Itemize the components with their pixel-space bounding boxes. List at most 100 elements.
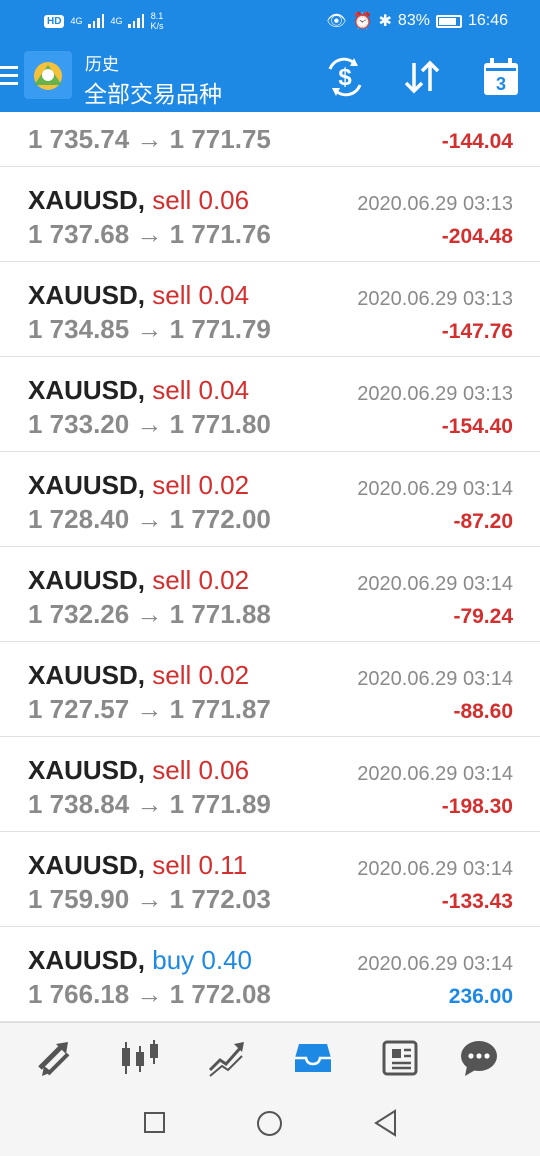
back-icon[interactable] xyxy=(373,1109,399,1142)
list-item[interactable]: XAUUSD, sell 0.06 2020.06.29 03:14 1 738.8… xyxy=(0,737,540,832)
battery-percent: 83% xyxy=(397,12,430,29)
trade-symbol-line: XAUUSD, sell 0.04 xyxy=(28,375,249,406)
trade-action: sell xyxy=(152,375,192,405)
trade-profit: 236.00 xyxy=(448,985,513,1008)
menu-icon[interactable] xyxy=(0,66,18,88)
trade-prices: 1 735.74 → 1 771.75 xyxy=(28,124,271,154)
page-subtitle: 历史 xyxy=(85,55,119,74)
trade-action: sell xyxy=(152,185,192,215)
list-item[interactable]: XAUUSD, sell 0.04 2020.06.29 03:13 1 734.8… xyxy=(0,262,540,357)
svg-text:$: $ xyxy=(338,64,352,91)
trade-prices: 1 738.84 → 1 771.89 xyxy=(28,789,271,819)
bluetooth-icon: ✱ xyxy=(378,13,392,30)
trade-time: 2020.06.29 03:14 xyxy=(357,858,513,880)
trade-prices: 1 728.40 → 1 772.00 xyxy=(28,504,271,534)
eye-icon: 👁 xyxy=(326,13,347,30)
trade-symbol: XAUUSD, xyxy=(28,280,146,310)
list-item-partial[interactable]: 1 735.74 → 1 771.75 -144.04 xyxy=(0,112,540,167)
trade-volume: 0.02 xyxy=(198,565,250,595)
trade-prices: 1 733.20 → 1 771.80 xyxy=(28,409,271,439)
trade-profit: -79.24 xyxy=(453,605,513,628)
page-title[interactable]: 全部交易品种 xyxy=(84,75,222,109)
trade-volume: 0.40 xyxy=(201,945,253,975)
trade-action: sell xyxy=(152,660,192,690)
list-item[interactable]: XAUUSD, buy 0.40 2020.06.29 03:14 1 766.18… xyxy=(0,927,540,1022)
trade-profit: -88.60 xyxy=(453,700,513,723)
trade-volume: 0.04 xyxy=(198,280,250,310)
net-label-1: 4G xyxy=(70,16,83,26)
alarm-icon: ⏰ xyxy=(352,13,373,30)
trade-volume: 0.04 xyxy=(198,375,250,405)
battery-icon xyxy=(435,14,462,28)
net-speed: 8.1 K/s xyxy=(150,11,163,31)
trade-volume: 0.06 xyxy=(198,755,250,785)
list-item[interactable]: XAUUSD, sell 0.04 2020.06.29 03:13 1 733.2… xyxy=(0,357,540,452)
trade-action: sell xyxy=(152,280,192,310)
trade-symbol: XAUUSD, xyxy=(28,185,146,215)
trade-symbol: XAUUSD, xyxy=(28,850,146,880)
status-left: HD 4G 4G 8.1 K/s xyxy=(44,8,164,34)
trade-profit: -87.20 xyxy=(453,510,513,533)
trade-symbol: XAUUSD, xyxy=(28,470,146,500)
history-icon[interactable] xyxy=(293,1038,333,1078)
chart-icon[interactable] xyxy=(120,1038,160,1078)
trade-volume: 0.06 xyxy=(198,185,250,215)
trade-time: 2020.06.29 03:13 xyxy=(357,193,513,215)
trade-symbol-line: XAUUSD, buy 0.40 xyxy=(28,945,252,976)
list-item[interactable]: XAUUSD, sell 0.02 2020.06.29 03:14 1 728.4… xyxy=(0,452,540,547)
trade-symbol-line: XAUUSD, sell 0.04 xyxy=(28,280,249,311)
hd-icon: HD xyxy=(44,14,65,28)
toolbar: 历史 全部交易品种 $ 3 xyxy=(0,42,540,112)
trade-symbol-line: XAUUSD, sell 0.02 xyxy=(28,470,249,501)
trade-prices: 1 737.68 → 1 771.76 xyxy=(28,219,271,249)
sort-icon[interactable] xyxy=(402,57,442,102)
trade-prices: 1 727.57 → 1 771.87 xyxy=(28,694,271,724)
trade-action: sell xyxy=(152,850,192,880)
app-logo xyxy=(24,51,72,99)
trade-icon[interactable] xyxy=(206,1038,246,1078)
trade-profit: -147.76 xyxy=(441,320,513,343)
quotes-icon[interactable] xyxy=(34,1038,74,1078)
clock: 16:46 xyxy=(467,12,508,29)
trade-symbol-line: XAUUSD, sell 0.11 xyxy=(28,850,247,881)
trade-profit: -154.40 xyxy=(441,415,513,438)
trade-symbol: XAUUSD, xyxy=(28,945,146,975)
trade-symbol-line: XAUUSD, sell 0.06 xyxy=(28,755,249,786)
trade-history-list[interactable]: 1 735.74 → 1 771.75 -144.04 XAUUSD, sell… xyxy=(0,112,540,1022)
recent-apps-icon[interactable] xyxy=(144,1112,165,1133)
chat-icon[interactable] xyxy=(459,1038,499,1078)
trade-volume: 0.02 xyxy=(198,660,250,690)
trade-volume: 0.11 xyxy=(198,850,248,880)
list-item[interactable]: XAUUSD, sell 0.11 2020.06.29 03:14 1 759.9… xyxy=(0,832,540,927)
list-item[interactable]: XAUUSD, sell 0.02 2020.06.29 03:14 1 727.5… xyxy=(0,642,540,737)
trade-time: 2020.06.29 03:14 xyxy=(357,668,513,690)
trade-time: 2020.06.29 03:13 xyxy=(357,288,513,310)
trade-profit: -133.43 xyxy=(441,890,513,913)
trade-symbol: XAUUSD, xyxy=(28,565,146,595)
list-item[interactable]: XAUUSD, sell 0.02 2020.06.29 03:14 1 732.2… xyxy=(0,547,540,642)
trade-prices: 1 759.90 → 1 772.03 xyxy=(28,884,271,914)
system-navigation xyxy=(0,1092,540,1156)
trade-symbol: XAUUSD, xyxy=(28,660,146,690)
trade-symbol: XAUUSD, xyxy=(28,755,146,785)
trade-action: sell xyxy=(152,565,192,595)
trade-time: 2020.06.29 03:14 xyxy=(357,478,513,500)
bottom-navigation xyxy=(0,1022,540,1092)
list-item[interactable]: XAUUSD, sell 0.06 2020.06.29 03:13 1 737.6… xyxy=(0,167,540,262)
calendar-icon[interactable]: 3 xyxy=(482,57,520,102)
trade-time: 2020.06.29 03:13 xyxy=(357,383,513,405)
currency-exchange-icon[interactable]: $ xyxy=(324,57,366,102)
signal-icon-2 xyxy=(128,14,145,28)
trade-profit: -198.30 xyxy=(441,795,513,818)
trade-symbol: XAUUSD, xyxy=(28,375,146,405)
trade-volume: 0.02 xyxy=(198,470,250,500)
calendar-day: 3 xyxy=(496,74,506,94)
trade-prices: 1 734.85 → 1 771.79 xyxy=(28,314,271,344)
trade-prices: 1 732.26 → 1 771.88 xyxy=(28,599,271,629)
trade-profit: -204.48 xyxy=(441,225,513,248)
status-right: 👁 ⏰ ✱ 83% 16:46 xyxy=(326,8,508,34)
news-icon[interactable] xyxy=(380,1038,420,1078)
trade-action: sell xyxy=(152,470,192,500)
trade-symbol-line: XAUUSD, sell 0.02 xyxy=(28,565,249,596)
home-icon[interactable] xyxy=(257,1111,282,1136)
